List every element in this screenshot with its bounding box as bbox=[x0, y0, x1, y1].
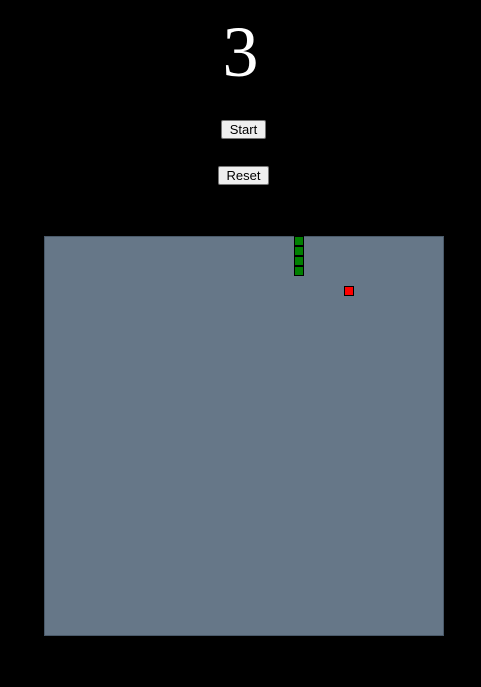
snake-segment bbox=[294, 256, 304, 266]
snake-segment bbox=[294, 266, 304, 276]
game-board[interactable] bbox=[44, 236, 444, 636]
snake-segment bbox=[294, 246, 304, 256]
start-button[interactable]: Start bbox=[221, 120, 266, 139]
reset-button[interactable]: Reset bbox=[218, 166, 269, 185]
snake-segment bbox=[294, 236, 304, 246]
food-pellet bbox=[344, 286, 354, 296]
snake-game: 3 Start Reset bbox=[0, 0, 481, 687]
score-display: 3 bbox=[222, 12, 259, 92]
